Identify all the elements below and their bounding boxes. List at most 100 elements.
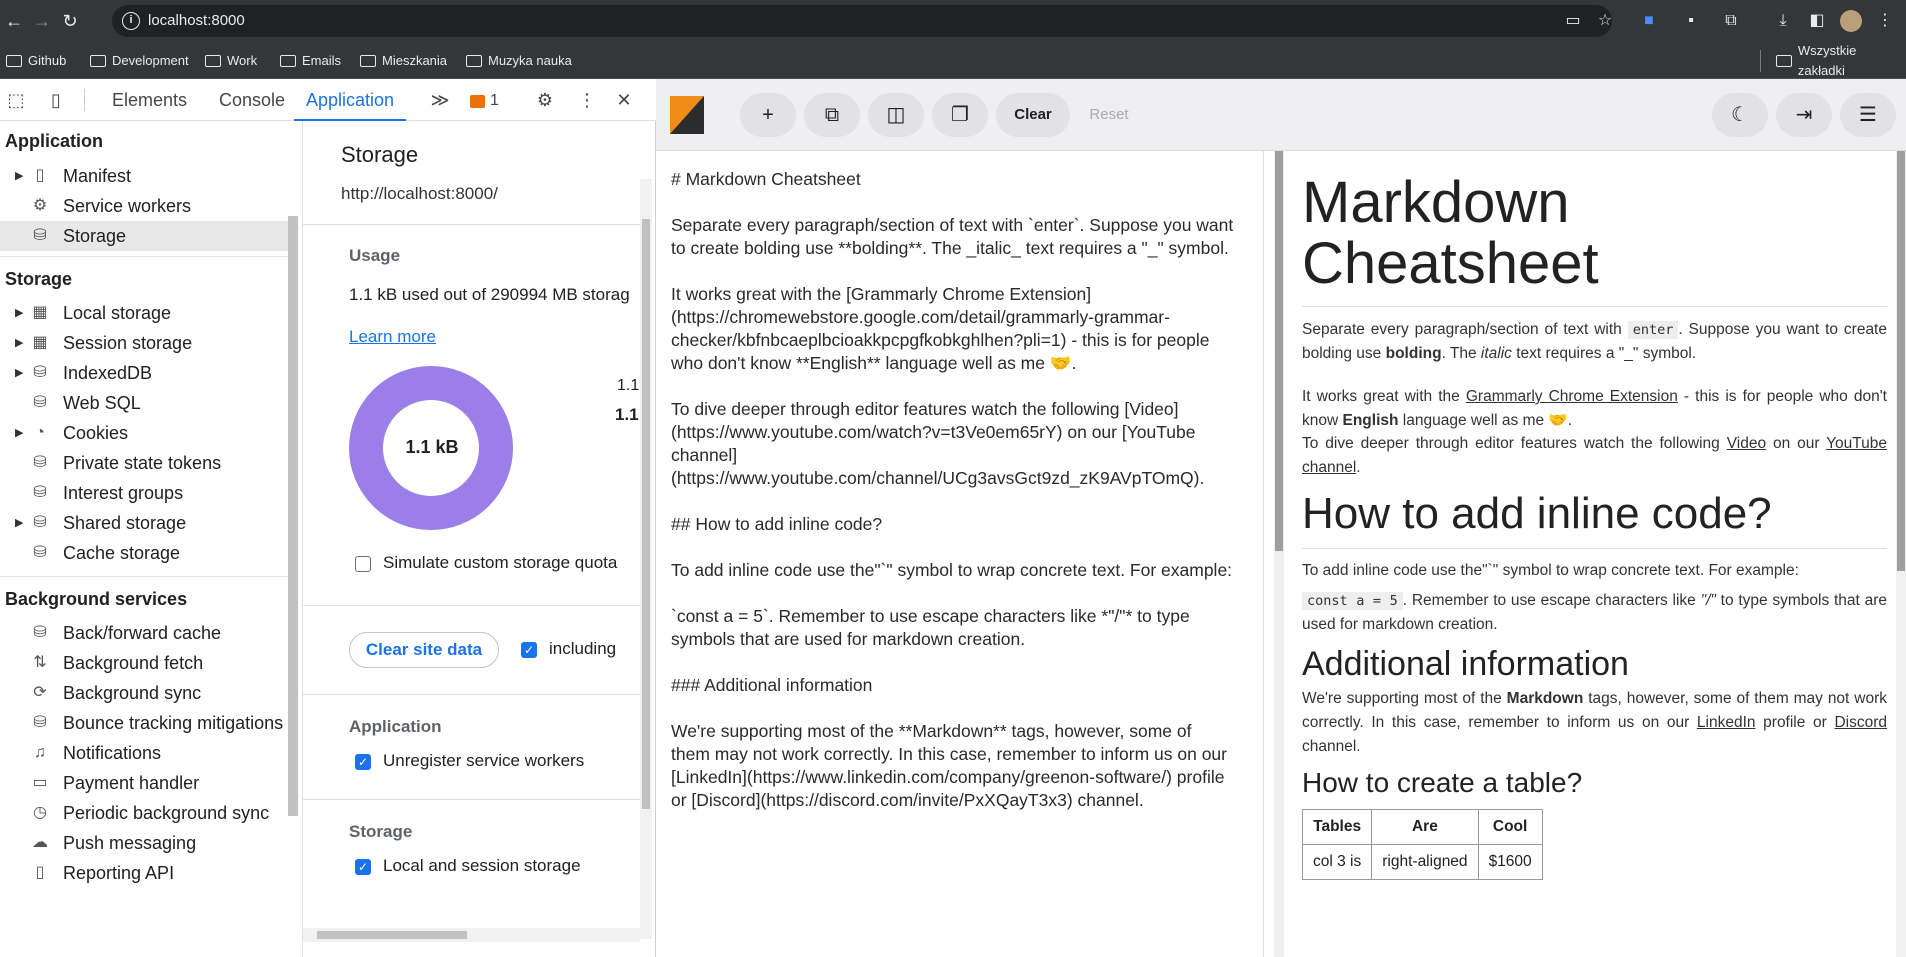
sidebar-item-private-state-tokens[interactable]: ⛁ Private state tokens <box>0 448 290 478</box>
hamburger-menu-icon[interactable]: ☰ <box>1840 93 1896 137</box>
tab-console[interactable]: Console <box>219 79 285 121</box>
tab-application[interactable]: Application <box>294 79 407 121</box>
video-link[interactable]: Video <box>1727 435 1766 452</box>
sidebar-item-session-storage[interactable]: ▶ ▦ Session storage <box>0 328 290 358</box>
bookmark-mieszkania[interactable]: Mieszkania <box>360 51 447 71</box>
scrollbar-thumb[interactable] <box>317 931 467 939</box>
editor-line[interactable]: We're supporting most of the **Markdown*… <box>671 721 1192 742</box>
issues-badge[interactable]: 1 <box>470 92 499 109</box>
horizontal-scrollbar[interactable] <box>303 928 640 942</box>
local-session-checkbox[interactable]: ✓ <box>355 859 371 875</box>
bookmark-github[interactable]: Github <box>6 51 66 71</box>
download-icon[interactable]: ⤓ <box>1772 10 1794 32</box>
editor-line[interactable]: It works great with the [Grammarly Chrom… <box>671 284 1091 305</box>
address-bar-url[interactable]: localhost:8000 <box>148 12 245 29</box>
editor-line[interactable]: to create bolding use **bolding**. The _… <box>671 238 1229 259</box>
linkedin-link[interactable]: LinkedIn <box>1697 714 1756 731</box>
sidebar-item-notifications[interactable]: ♫ Notifications <box>0 738 290 768</box>
clear-site-data-button[interactable]: Clear site data <box>349 632 499 668</box>
sidebar-item-payment-handler[interactable]: ▭ Payment handler <box>0 768 290 798</box>
sidebar-scrollbar[interactable] <box>288 216 298 816</box>
sidebar-item-interest-groups[interactable]: ⛁ Interest groups <box>0 478 290 508</box>
address-bar[interactable]: i localhost:8000 <box>112 5 1612 37</box>
inspect-element-icon[interactable]: ⬚ <box>4 88 28 112</box>
editor-line[interactable]: channel] <box>671 445 737 466</box>
editor-line[interactable]: who don't know **English** language well… <box>671 353 1077 374</box>
bookmark-development[interactable]: Development <box>90 51 189 71</box>
sidebar-item-push-messaging[interactable]: ☁ Push messaging <box>0 828 290 858</box>
editor-line[interactable]: (https://chromewebstore.google.com/detai… <box>671 307 1170 328</box>
scrollbar-thumb[interactable] <box>642 219 650 809</box>
editor-line[interactable]: To dive deeper through editor features w… <box>671 399 1179 420</box>
forward-icon[interactable]: → <box>30 9 54 33</box>
device-toolbar-icon[interactable]: ▯ <box>44 88 68 112</box>
login-icon[interactable]: ⇥ <box>1776 93 1832 137</box>
editor-line[interactable]: ## How to add inline code? <box>671 514 882 535</box>
cast-icon[interactable]: ▭ <box>1562 10 1584 32</box>
markdown-editor[interactable]: # Markdown Cheatsheet Separate every para… <box>656 151 1264 957</box>
editor-line[interactable]: `const a = 5`. Remember to use escape ch… <box>671 606 1190 627</box>
unregister-checkbox[interactable]: ✓ <box>355 754 371 770</box>
extensions-puzzle-icon[interactable]: ⧉ <box>1720 10 1742 32</box>
editor-line[interactable]: (https://www.youtube.com/channel/UCg3avs… <box>671 468 1204 489</box>
including-checkbox[interactable]: ✓ <box>521 642 537 658</box>
sidebar-item-back-forward-cache[interactable]: ⛁ Back/forward cache <box>0 618 290 648</box>
expand-arrow-icon[interactable]: ▶ <box>15 418 23 448</box>
learn-more-link[interactable]: Learn more <box>349 327 436 347</box>
editor-line[interactable]: them may not work correctly. In this cas… <box>671 744 1227 765</box>
preview-scrollbar[interactable] <box>1896 151 1906 957</box>
expand-arrow-icon[interactable]: ▶ <box>15 161 23 191</box>
dark-mode-moon-icon[interactable]: ☾ <box>1712 93 1768 137</box>
settings-gear-icon[interactable]: ⚙ <box>533 88 557 112</box>
close-icon[interactable]: ✕ <box>612 88 636 112</box>
sidebar-item-manifest[interactable]: ▶ ▯ Manifest <box>0 161 290 191</box>
add-button[interactable]: + <box>740 93 796 137</box>
expand-arrow-icon[interactable]: ▶ <box>15 298 23 328</box>
editor-line[interactable]: Separate every paragraph/section of text… <box>671 215 1233 236</box>
reload-icon[interactable]: ↻ <box>58 9 82 33</box>
bookmark-star-icon[interactable]: ☆ <box>1594 10 1616 32</box>
editor-line[interactable]: To add inline code use the"`" symbol to … <box>671 560 1232 581</box>
reset-button[interactable]: Reset <box>1072 93 1146 137</box>
grammarly-link[interactable]: Grammarly Chrome Extension <box>1466 388 1678 405</box>
expand-arrow-icon[interactable]: ▶ <box>15 508 23 538</box>
bookmark-emails[interactable]: Emails <box>280 51 341 71</box>
more-tabs-icon[interactable]: ≫ <box>428 88 452 112</box>
sidebar-item-storage[interactable]: ⛁ Storage <box>0 221 290 251</box>
sidebar-item-reporting-api[interactable]: ▯ Reporting API <box>0 858 290 888</box>
clear-button[interactable]: Clear <box>996 93 1070 137</box>
sidebar-item-indexeddb[interactable]: ▶ ⛁ IndexedDB <box>0 358 290 388</box>
browser-menu-icon[interactable]: ⋮ <box>1874 10 1896 32</box>
scrollbar-thumb[interactable] <box>1897 151 1905 571</box>
editor-line[interactable]: # Markdown Cheatsheet <box>671 169 861 190</box>
side-panel-icon[interactable]: ◧ <box>1806 10 1828 32</box>
sidebar-item-cookies[interactable]: ▶ ◔ Cookies <box>0 418 290 448</box>
editor-line[interactable]: or [Discord](https://discord.com/invite/… <box>671 790 1144 811</box>
sidebar-item-local-storage[interactable]: ▶ ▦ Local storage <box>0 298 290 328</box>
editor-line[interactable]: [LinkedIn](https://www.linkedin.com/comp… <box>671 767 1224 788</box>
editor-line[interactable]: (https://www.youtube.com/watch?v=t3Ve0em… <box>671 422 1196 443</box>
bookmark-muzyka-nauka[interactable]: Muzyka nauka <box>466 51 572 71</box>
sidebar-item-web-sql[interactable]: ⛁ Web SQL <box>0 388 290 418</box>
sidebar-item-background-fetch[interactable]: ⇅ Background fetch <box>0 648 290 678</box>
extension-icon[interactable]: ▪ <box>1680 10 1702 32</box>
bookmark-work[interactable]: Work <box>205 51 257 71</box>
extension-icon[interactable]: ■ <box>1638 10 1660 32</box>
sidebar-item-periodic-background-sync[interactable]: ◷ Periodic background sync <box>0 798 290 828</box>
windows-icon[interactable]: ❐ <box>932 93 988 137</box>
editor-line[interactable]: checker/kbfnbcaeplbcioakkpcpgfkobkghlhen… <box>671 330 1209 351</box>
expand-arrow-icon[interactable]: ▶ <box>15 328 23 358</box>
sidebar-item-service-workers[interactable]: ⚙ Service workers <box>0 191 290 221</box>
profile-avatar[interactable] <box>1840 10 1862 32</box>
site-info-icon[interactable]: i <box>122 12 140 30</box>
discord-link[interactable]: Discord <box>1834 714 1887 731</box>
bookmark-all[interactable]: Wszystkie zakładki <box>1776 43 1906 78</box>
split-view-icon[interactable]: ◫ <box>868 93 924 137</box>
sidebar-item-cache-storage[interactable]: ⛁ Cache storage <box>0 538 290 568</box>
editor-line[interactable]: symbols that are used for markdown creat… <box>671 629 1025 650</box>
expand-arrow-icon[interactable]: ▶ <box>15 358 23 388</box>
scrollbar-thumb[interactable] <box>1275 151 1283 551</box>
simulate-quota-checkbox[interactable] <box>355 556 371 572</box>
sidebar-item-bounce-tracking[interactable]: ⛁ Bounce tracking mitigations <box>0 708 290 738</box>
devtools-menu-icon[interactable]: ⋮ <box>575 88 599 112</box>
